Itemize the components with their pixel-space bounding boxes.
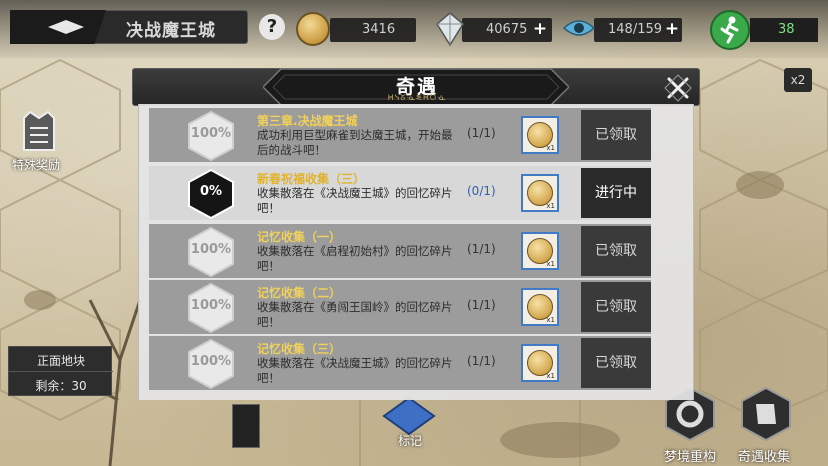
gem-amount: 40675 [486,22,528,37]
progress-percent: 100% [190,298,232,313]
add-vision-button[interactable]: + [664,21,680,38]
quest-title: 记忆收集（二） [257,286,342,300]
quest-row: 100% 第三章.决战魔王城 成功利用巨型麻雀到达魔王城，开始最后的战斗吧！ (… [149,108,651,162]
reward-count: x1 [546,144,555,152]
quest-row: 100% 记忆收集（三） 收集散落在《决战魔王城》的回忆碎片吧！ (1/1) x… [149,336,651,390]
claimed-button[interactable]: 已领取 [581,282,651,332]
encounter-collection-label: 奇遇收集 [738,450,791,465]
reward-count: x1 [546,260,555,268]
eye-icon [562,20,596,36]
progress-percent: 100% [190,242,232,257]
stage-title: 决战魔王城 [126,21,216,41]
quest-progress: (1/1) [467,242,496,256]
vision-amount: 148/159 [608,22,663,37]
front-tiles-remaining: 剩余：30 [35,379,87,393]
quest-title: 新春祝福收集（三） [257,172,366,186]
quest-progress: (0/1) [467,184,496,198]
claimed-button[interactable]: 已领取 [581,338,651,388]
progress-percent: 100% [190,354,232,369]
running-man-icon[interactable] [710,10,750,50]
add-gems-button[interactable]: + [532,21,548,38]
dream-rebuild-label: 梦境重构 [664,450,717,465]
quest-title: 第三章.决战魔王城 [257,114,358,128]
reward-item[interactable]: x1 [521,344,559,382]
quest-title: 记忆收集（三） [257,342,342,356]
quest-row: 100% 记忆收集（一） 收集散落在《启程初始村》的回忆碎片吧！ (1/1) x… [149,224,651,278]
energy-amount: 38 [778,22,795,37]
quest-row: 100% 记忆收集（二） 收集散落在《勇闯王国岭》的回忆碎片吧！ (1/1) x… [149,280,651,334]
progress-percent: 100% [190,126,232,141]
title-decoration: ᕼᓭᘜᓍᓬᕼᘮᓍ [387,93,447,102]
encounter-modal: 奇遇 ᕼᓭᘜᓍᓬᕼᘮᓍ 100% 第三章.决战魔王城 成功利用巨型麻雀到达魔王城… [132,68,700,402]
help-icon[interactable]: ? [259,14,285,40]
gold-coin-icon [296,12,330,46]
quest-progress: (1/1) [467,126,496,140]
reward-item[interactable]: x1 [521,232,559,270]
quest-list: 100% 第三章.决战魔王城 成功利用巨型麻雀到达魔王城，开始最后的战斗吧！ (… [138,104,694,400]
front-tiles-panel: 正面地块 剩余：30 [8,346,113,396]
quest-description: 收集散落在《决战魔王城》的回忆碎片吧！ [257,186,453,215]
back-button[interactable] [10,10,106,44]
quest-description: 收集散落在《启程初始村》的回忆碎片吧！ [257,244,453,273]
speed-toggle-button[interactable]: x2 [784,68,812,92]
reward-item[interactable]: x1 [521,174,559,212]
skull-flag-icon [232,404,260,448]
back-arrow-icon [48,20,84,34]
claimed-button[interactable]: 已领取 [581,226,651,276]
progress-percent: 0% [199,184,223,199]
quest-description: 成功利用巨型麻雀到达魔王城，开始最后的战斗吧！ [257,128,453,157]
gold-amount: 3416 [362,22,396,37]
special-reward-label: 特殊奖励 [12,158,61,172]
modal-header: 奇遇 ᕼᓭᘜᓍᓬᕼᘮᓍ [132,68,700,106]
close-icon[interactable] [661,71,695,105]
quest-description: 收集散落在《勇闯王国岭》的回忆碎片吧！ [257,300,453,329]
quest-description: 收集散落在《决战魔王城》的回忆碎片吧！ [257,356,453,385]
mark-label: 标记 [398,434,423,448]
reward-item[interactable]: x1 [521,116,559,154]
top-bar: 决战魔王城 ? 3416 40675 + 148/159 + 38 [0,0,828,58]
claimed-button[interactable]: 已领取 [581,110,651,160]
quest-title: 记忆收集（一） [257,230,342,244]
scroll-icon[interactable] [740,386,792,442]
quest-progress: (1/1) [467,354,496,368]
reward-item[interactable]: x1 [521,288,559,326]
front-tiles-title: 正面地块 [36,354,85,368]
mark-icon[interactable] [380,396,438,436]
quest-row: 0% 新春祝福收集（三） 收集散落在《决战魔王城》的回忆碎片吧！ (0/1) x… [149,166,651,220]
reward-count: x1 [546,372,555,380]
quest-progress: (1/1) [467,298,496,312]
crystal-icon [436,12,464,46]
reward-count: x1 [546,316,555,324]
special-reward-icon[interactable] [16,110,62,156]
reward-count: x1 [546,202,555,210]
divider [9,371,113,372]
runner-icon [720,16,739,44]
in-progress-button[interactable]: 进行中 [581,168,651,218]
